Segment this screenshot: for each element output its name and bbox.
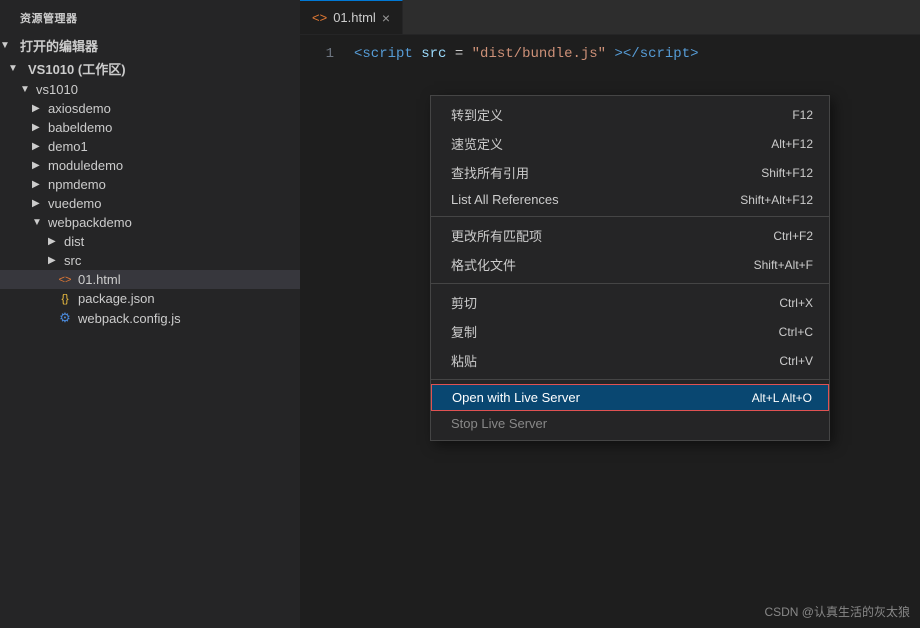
separator-2 xyxy=(431,283,829,284)
tab-html-icon: <> xyxy=(312,10,327,25)
webpackdemo-arrow: ▼ xyxy=(32,217,48,228)
js-file-icon: ⚙ xyxy=(56,310,74,326)
dist-arrow: ▶ xyxy=(48,236,64,247)
shortcut-copy: Ctrl+C xyxy=(779,325,813,339)
file-webpackconfig[interactable]: ⚙ webpack.config.js xyxy=(0,308,300,328)
json-file-icon: {} xyxy=(56,293,74,305)
shortcut-open-live-server: Alt+L Alt+O xyxy=(752,391,812,405)
sidebar-title: 资源管理器 xyxy=(0,0,300,34)
tab-01html[interactable]: <> 01.html × xyxy=(300,0,403,34)
workspace-section[interactable]: ▼ VS1010 (工作区) xyxy=(0,57,300,80)
shortcut-list-refs: Shift+Alt+F12 xyxy=(740,193,813,207)
separator-1 xyxy=(431,216,829,217)
html-file-icon: <> xyxy=(56,274,74,286)
tab-filename: 01.html xyxy=(333,10,376,25)
code-tag-close: ></script> xyxy=(614,46,698,62)
folder-vs1010[interactable]: ▼ vs1010 xyxy=(0,80,300,99)
file-webpackconfig-label: webpack.config.js xyxy=(78,311,292,326)
src-arrow: ▶ xyxy=(48,255,64,266)
menu-label-paste: 粘贴 xyxy=(451,351,477,370)
shortcut-rename: Ctrl+F2 xyxy=(773,229,813,243)
folder-webpackdemo[interactable]: ▼ webpackdemo xyxy=(0,213,300,232)
folder-dist[interactable]: ▶ dist xyxy=(0,232,300,251)
shortcut-cut: Ctrl+X xyxy=(779,296,813,310)
workspace-label: VS1010 (工作区) xyxy=(28,59,126,78)
tab-bar: <> 01.html × xyxy=(300,0,920,35)
workspace-arrow: ▼ xyxy=(8,63,24,74)
folder-demo1[interactable]: ▶ demo1 xyxy=(0,137,300,156)
folder-npmdemo[interactable]: ▶ npmdemo xyxy=(0,175,300,194)
folder-moduledemo[interactable]: ▶ moduledemo xyxy=(0,156,300,175)
file-packagejson[interactable]: {} package.json xyxy=(0,289,300,308)
folder-src-label: src xyxy=(64,253,292,268)
menu-label-stop-live-server: Stop Live Server xyxy=(451,416,547,431)
menu-label-cut: 剪切 xyxy=(451,293,477,312)
code-attr-value: "dist/bundle.js" xyxy=(472,46,606,62)
line-number-1: 1 xyxy=(300,43,350,65)
file-01html[interactable]: <> 01.html xyxy=(0,270,300,289)
menu-label-rename: 更改所有匹配项 xyxy=(451,226,542,245)
open-editors-label: 打开的编辑器 xyxy=(20,36,98,55)
tab-close-button[interactable]: × xyxy=(382,10,390,26)
menu-label-peek-def: 速览定义 xyxy=(451,134,503,153)
separator-3 xyxy=(431,379,829,380)
moduledemo-arrow: ▶ xyxy=(32,160,48,171)
vuedemo-arrow: ▶ xyxy=(32,198,48,209)
open-editors-arrow: ▼ xyxy=(0,40,16,51)
watermark: CSDN @认真生活的灰太狼 xyxy=(764,603,910,620)
menu-item-cut[interactable]: 剪切 Ctrl+X xyxy=(431,288,829,317)
folder-dist-label: dist xyxy=(64,234,292,249)
menu-item-rename[interactable]: 更改所有匹配项 Ctrl+F2 xyxy=(431,221,829,250)
folder-src[interactable]: ▶ src xyxy=(0,251,300,270)
shortcut-peek-def: Alt+F12 xyxy=(771,137,813,151)
menu-item-list-refs[interactable]: List All References Shift+Alt+F12 xyxy=(431,187,829,212)
folder-vuedemo-label: vuedemo xyxy=(48,196,292,211)
code-equals: = xyxy=(455,46,463,62)
menu-item-format[interactable]: 格式化文件 Shift+Alt+F xyxy=(431,250,829,279)
menu-item-goto-def[interactable]: 转到定义 F12 xyxy=(431,100,829,129)
folder-babeldemo-label: babeldemo xyxy=(48,120,292,135)
shortcut-find-refs: Shift+F12 xyxy=(761,166,813,180)
menu-label-goto-def: 转到定义 xyxy=(451,105,503,124)
editor-area: <> 01.html × 1 <script src = "dist/bundl… xyxy=(300,0,920,628)
code-editor[interactable]: 1 <script src = "dist/bundle.js" ></scri… xyxy=(300,35,920,628)
menu-item-paste[interactable]: 粘贴 Ctrl+V xyxy=(431,346,829,375)
demo1-arrow: ▶ xyxy=(32,141,48,152)
folder-vs1010-label: vs1010 xyxy=(36,82,292,97)
code-attr-src: src xyxy=(421,46,446,62)
context-menu: 转到定义 F12 速览定义 Alt+F12 查找所有引用 Shift+F12 L… xyxy=(430,95,830,441)
code-tag-open: <script xyxy=(354,46,413,62)
folder-babeldemo[interactable]: ▶ babeldemo xyxy=(0,118,300,137)
file-packagejson-label: package.json xyxy=(78,291,292,306)
folder-npmdemo-label: npmdemo xyxy=(48,177,292,192)
folder-webpackdemo-label: webpackdemo xyxy=(48,215,292,230)
menu-label-copy: 复制 xyxy=(451,322,477,341)
menu-item-find-refs[interactable]: 查找所有引用 Shift+F12 xyxy=(431,158,829,187)
menu-label-find-refs: 查找所有引用 xyxy=(451,163,529,182)
folder-axiosdemo[interactable]: ▶ axiosdemo xyxy=(0,99,300,118)
menu-item-stop-live-server[interactable]: Stop Live Server xyxy=(431,411,829,436)
menu-item-peek-def[interactable]: 速览定义 Alt+F12 xyxy=(431,129,829,158)
menu-label-list-refs: List All References xyxy=(451,192,559,207)
folder-vuedemo[interactable]: ▶ vuedemo xyxy=(0,194,300,213)
shortcut-paste: Ctrl+V xyxy=(779,354,813,368)
sidebar: 资源管理器 ▼ 打开的编辑器 ▼ VS1010 (工作区) ▼ vs1010 ▶… xyxy=(0,0,300,628)
menu-item-copy[interactable]: 复制 Ctrl+C xyxy=(431,317,829,346)
open-editors-section[interactable]: ▼ 打开的编辑器 xyxy=(0,34,300,57)
code-content-1: <script src = "dist/bundle.js" ></script… xyxy=(350,43,920,65)
menu-item-open-live-server[interactable]: Open with Live Server Alt+L Alt+O xyxy=(431,384,829,411)
folder-axiosdemo-label: axiosdemo xyxy=(48,101,292,116)
npmdemo-arrow: ▶ xyxy=(32,179,48,190)
babeldemo-arrow: ▶ xyxy=(32,122,48,133)
code-line-1: 1 <script src = "dist/bundle.js" ></scri… xyxy=(300,43,920,65)
file-01html-label: 01.html xyxy=(78,272,292,287)
shortcut-format: Shift+Alt+F xyxy=(754,258,813,272)
shortcut-goto-def: F12 xyxy=(792,108,813,122)
menu-label-format: 格式化文件 xyxy=(451,255,516,274)
axiosdemo-arrow: ▶ xyxy=(32,103,48,114)
vs1010-arrow: ▼ xyxy=(20,84,36,95)
menu-label-open-live-server: Open with Live Server xyxy=(452,390,580,405)
folder-moduledemo-label: moduledemo xyxy=(48,158,292,173)
folder-demo1-label: demo1 xyxy=(48,139,292,154)
